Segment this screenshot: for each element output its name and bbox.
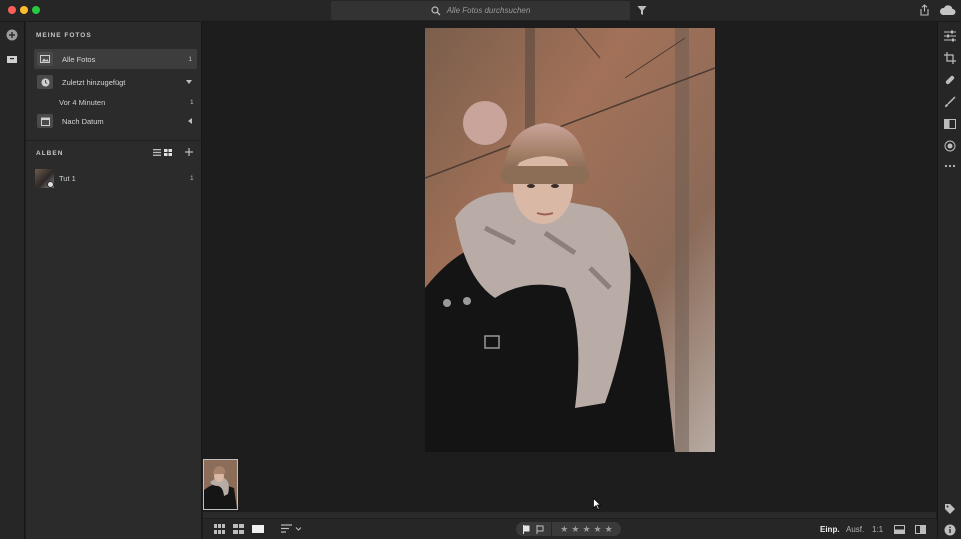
sidebar-item-count: 1 bbox=[188, 55, 192, 63]
info-icon[interactable] bbox=[944, 524, 956, 536]
fill-zoom-button[interactable]: Ausf. bbox=[846, 525, 864, 534]
library-icon[interactable] bbox=[6, 52, 18, 64]
grid-view-icon[interactable] bbox=[164, 149, 172, 156]
star-icon[interactable]: ★ bbox=[605, 524, 613, 534]
zoom-window-button[interactable] bbox=[32, 6, 40, 14]
more-options-icon[interactable] bbox=[944, 160, 956, 172]
filmstrip-scrollbar[interactable] bbox=[203, 512, 936, 518]
fit-zoom-button[interactable]: Einp. bbox=[820, 525, 840, 534]
sidebar-subitem-count: 1 bbox=[190, 99, 194, 106]
section-title-my-photos: MEINE FOTOS bbox=[36, 32, 92, 39]
close-window-button[interactable] bbox=[8, 6, 16, 14]
sidebar-item-label: Alle Fotos bbox=[62, 54, 96, 64]
section-title-albums: ALBEN bbox=[36, 150, 64, 157]
sidebar-divider bbox=[26, 140, 202, 141]
flag-controls bbox=[516, 522, 551, 536]
sidebar-subitem-label[interactable]: Vor 4 Minuten bbox=[59, 98, 105, 107]
main-photo[interactable] bbox=[425, 28, 715, 452]
main-photo-area bbox=[203, 22, 936, 512]
chevron-left-icon[interactable] bbox=[188, 118, 192, 124]
filmstrip-thumbnail[interactable] bbox=[203, 459, 238, 510]
clock-icon bbox=[37, 75, 53, 89]
linear-gradient-icon[interactable] bbox=[944, 118, 956, 130]
healing-brush-icon[interactable] bbox=[944, 74, 956, 86]
before-after-icon[interactable] bbox=[894, 524, 905, 534]
crop-icon[interactable] bbox=[944, 52, 956, 64]
sync-badge-icon bbox=[47, 181, 54, 188]
title-bar: Alle Fotos durchsuchen bbox=[0, 0, 961, 22]
edit-sliders-icon[interactable] bbox=[944, 30, 956, 42]
photo-grid-view-icon[interactable] bbox=[214, 524, 225, 534]
pick-flag-icon[interactable] bbox=[522, 524, 532, 534]
sidebar-item-recently-added[interactable]: Zuletzt hinzugefügt bbox=[34, 72, 197, 92]
reject-flag-icon[interactable] bbox=[536, 524, 545, 534]
left-toolstrip bbox=[0, 22, 25, 539]
keyword-tag-icon[interactable] bbox=[944, 503, 956, 515]
sidebar-item-label: Zuletzt hinzugefügt bbox=[62, 77, 126, 87]
star-icon[interactable]: ★ bbox=[560, 524, 568, 534]
chevron-down-icon[interactable] bbox=[186, 80, 192, 84]
sort-icon[interactable] bbox=[281, 524, 301, 534]
right-toolstrip bbox=[937, 22, 961, 539]
add-album-icon[interactable] bbox=[185, 148, 193, 156]
bottom-toolbar: ★ ★ ★ ★ ★ Einp. Ausf. 1:1 bbox=[203, 519, 937, 539]
compare-view-icon[interactable] bbox=[915, 524, 926, 534]
detail-view-icon[interactable] bbox=[252, 524, 264, 534]
radial-gradient-icon[interactable] bbox=[944, 140, 956, 152]
mouse-cursor-icon bbox=[593, 497, 602, 510]
add-photos-icon[interactable] bbox=[6, 29, 18, 41]
one-to-one-zoom-button[interactable]: 1:1 bbox=[872, 525, 883, 534]
minimize-window-button[interactable] bbox=[20, 6, 28, 14]
calendar-icon bbox=[37, 114, 53, 128]
photo-icon bbox=[37, 52, 53, 66]
sidebar-item-by-date[interactable]: Nach Datum bbox=[34, 111, 197, 131]
star-icon[interactable]: ★ bbox=[582, 524, 590, 534]
brush-icon[interactable] bbox=[944, 96, 956, 108]
search-icon bbox=[431, 5, 441, 16]
sidebar-panel: MEINE FOTOS Alle Fotos 1 Zuletzt hinzuge… bbox=[26, 22, 202, 539]
star-icon[interactable]: ★ bbox=[571, 524, 579, 534]
search-placeholder: Alle Fotos durchsuchen bbox=[446, 6, 531, 15]
cloud-icon[interactable] bbox=[939, 4, 956, 16]
share-icon[interactable] bbox=[919, 4, 930, 16]
sidebar-item-all-photos[interactable]: Alle Fotos 1 bbox=[34, 49, 197, 69]
album-item-label[interactable]: Tut 1 bbox=[59, 174, 76, 183]
square-grid-view-icon[interactable] bbox=[233, 524, 244, 534]
album-item-count: 1 bbox=[190, 175, 194, 182]
star-icon[interactable]: ★ bbox=[594, 524, 602, 534]
list-view-icon[interactable] bbox=[153, 149, 161, 156]
star-rating[interactable]: ★ ★ ★ ★ ★ bbox=[552, 522, 621, 536]
search-input[interactable]: Alle Fotos durchsuchen bbox=[331, 1, 630, 20]
sidebar-item-label: Nach Datum bbox=[62, 116, 104, 126]
filter-icon[interactable] bbox=[637, 5, 647, 16]
